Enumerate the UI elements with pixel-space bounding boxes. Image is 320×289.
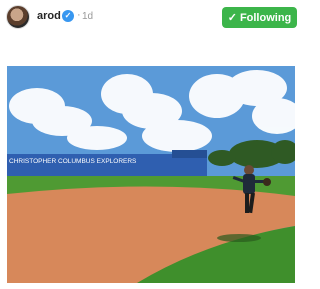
separator-dot: · <box>77 9 81 21</box>
post-age: 1d <box>82 11 94 22</box>
avatar[interactable] <box>6 5 30 29</box>
check-icon: ✓ <box>227 12 237 24</box>
wall-text: CHRISTOPHER COLUMBUS EXPLORERS <box>9 158 137 165</box>
baseball-field-image: CHRISTOPHER COLUMBUS EXPLORERS <box>7 66 295 283</box>
check-badge-icon: ✓ <box>62 10 74 22</box>
post-photo[interactable]: CHRISTOPHER COLUMBUS EXPLORERS <box>7 66 295 283</box>
following-button[interactable]: ✓ Following <box>222 7 297 28</box>
following-label: Following <box>239 11 292 24</box>
username[interactable]: arod <box>37 10 61 22</box>
post-header: arod ✓ · 1d ✓ Following <box>0 0 300 40</box>
